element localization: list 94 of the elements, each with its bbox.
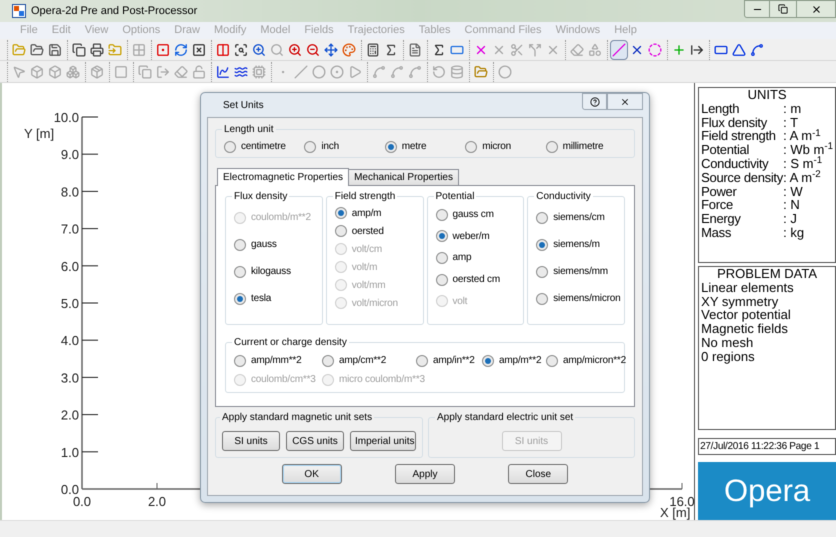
unit-label: Energy: [701, 212, 742, 226]
help-button[interactable]: [582, 93, 607, 110]
close-icon: [620, 96, 630, 106]
tab[interactable]: Mechanical Properties: [348, 169, 459, 185]
timestamp: 27/Jul/2016 11:22:36 Page 1: [698, 438, 836, 455]
group-label: Flux density: [233, 190, 288, 204]
unit-value: : J: [783, 212, 797, 226]
radio-option[interactable]: weber/m: [436, 228, 490, 244]
radio-option[interactable]: gauss cm: [436, 207, 494, 222]
unit-value: : N: [783, 198, 800, 212]
close-button[interactable]: [607, 93, 643, 110]
unit-value: : W: [783, 184, 803, 198]
dialog-title: Set Units: [223, 98, 264, 112]
dialog-button[interactable]: Close: [508, 464, 568, 484]
y-tick-label: 2.0: [60, 408, 79, 423]
y-tick-label: 5.0: [60, 296, 79, 311]
y-tick-label: 1.0: [60, 444, 79, 460]
dialog-button[interactable]: CGS units: [286, 431, 344, 451]
y-axis-label: Y [m]: [24, 126, 54, 141]
radio-option[interactable]: amp/in**2: [416, 353, 475, 368]
problem-data-line: Vector potential: [701, 308, 792, 322]
radio-option[interactable]: micron: [465, 139, 511, 154]
unit-value: : A m$^{-1}$: [783, 129, 821, 144]
unit-value: : Wb m$^{-1}$: [783, 143, 833, 157]
y-tick-label: 0.0: [60, 482, 79, 497]
radio-option[interactable]: amp/mm**2: [234, 353, 302, 368]
group-label: Field strength: [334, 190, 396, 204]
radio-option[interactable]: amp/cm**2: [322, 353, 386, 368]
logo: Opera: [698, 462, 836, 520]
unit-label: Power: [701, 184, 738, 198]
radio-option[interactable]: amp/m: [334, 206, 382, 220]
problem-data-line: XY symmetry: [701, 294, 778, 308]
group-label: Current or charge density: [233, 336, 348, 350]
unit-value: : A m$^{-2}$: [783, 170, 821, 185]
dialog-button[interactable]: SI units: [222, 431, 280, 451]
y-tick-label: 4.0: [60, 333, 79, 348]
group-label: Apply standard magnetic unit sets: [221, 411, 374, 425]
dialog-button[interactable]: Imperial units: [350, 431, 416, 451]
radio-option[interactable]: amp/micron**2: [546, 353, 626, 368]
radio-option[interactable]: oersted cm: [436, 272, 500, 288]
y-tick-label: 3.0: [60, 370, 79, 386]
radio-option[interactable]: centimetre: [224, 139, 286, 154]
unit-label: Mass: [701, 226, 732, 240]
group-label: Potential: [434, 190, 476, 204]
radio-option[interactable]: millimetre: [546, 139, 604, 154]
unit-value: : S m$^{-1}$: [783, 156, 822, 171]
radio-option[interactable]: siemens/mm: [536, 264, 608, 279]
x-tick-label: 0.0: [72, 494, 92, 509]
y-tick-label: 7.0: [60, 222, 79, 237]
panel-title: UNITS: [748, 88, 787, 102]
help-icon: [590, 96, 600, 106]
app-icon: [12, 4, 26, 18]
unit-label: Conductivity: [701, 156, 770, 171]
radio-option[interactable]: siemens/m: [536, 237, 600, 252]
y-tick-label: 6.0: [60, 258, 79, 274]
radio-option[interactable]: amp: [436, 250, 472, 266]
unit-label: Field strength: [701, 129, 777, 144]
y-tick-label: 8.0: [60, 184, 79, 200]
problem-data-line: 0 regions: [701, 350, 756, 364]
restore-button[interactable]: [770, 0, 796, 18]
window-title: Opera-2d Pre and Post-Processor: [31, 4, 198, 19]
radio-option[interactable]: metre: [384, 139, 426, 154]
unit-label: Flux density: [701, 116, 768, 130]
unit-value: : kg: [783, 226, 804, 240]
unit-label: Potential: [701, 143, 750, 157]
radio-option[interactable]: oersted: [334, 224, 384, 238]
tab[interactable]: Electromagnetic Properties: [217, 168, 350, 186]
radio-option[interactable]: siemens/micron: [536, 291, 620, 306]
close-button[interactable]: [796, 0, 836, 18]
x-tick-label: 2.0: [148, 494, 166, 509]
radio-option[interactable]: tesla: [234, 291, 272, 306]
radio-option[interactable]: kilogauss: [234, 264, 291, 279]
radio-option[interactable]: gauss: [234, 237, 277, 252]
group-label: Length unit: [223, 123, 274, 137]
y-tick-label: 9.0: [60, 147, 79, 162]
radio-option[interactable]: inch: [304, 139, 339, 154]
unit-value: : m: [783, 102, 802, 116]
unit-label: Length: [701, 102, 740, 116]
restore-icon: [778, 4, 788, 14]
unit-label: Force: [701, 198, 734, 212]
problem-data-line: Magnetic fields: [701, 322, 788, 336]
dialog-button[interactable]: Apply: [394, 464, 455, 484]
problem-data-line: Linear elements: [701, 280, 795, 295]
close-icon: [810, 4, 822, 14]
panel-title: PROBLEM DATA: [717, 267, 818, 281]
problem-data-line: No mesh: [701, 336, 754, 350]
group-label: Conductivity: [535, 190, 592, 204]
radio-option[interactable]: amp/m**2: [482, 353, 542, 368]
dialog-button[interactable]: OK: [282, 464, 342, 484]
unit-label: Source density: [701, 170, 784, 185]
y-tick-label: 10.0: [54, 110, 79, 125]
unit-value: : T: [783, 116, 798, 130]
group-label: Apply standard electric unit set: [436, 411, 574, 425]
radio-option[interactable]: siemens/cm: [536, 210, 605, 225]
